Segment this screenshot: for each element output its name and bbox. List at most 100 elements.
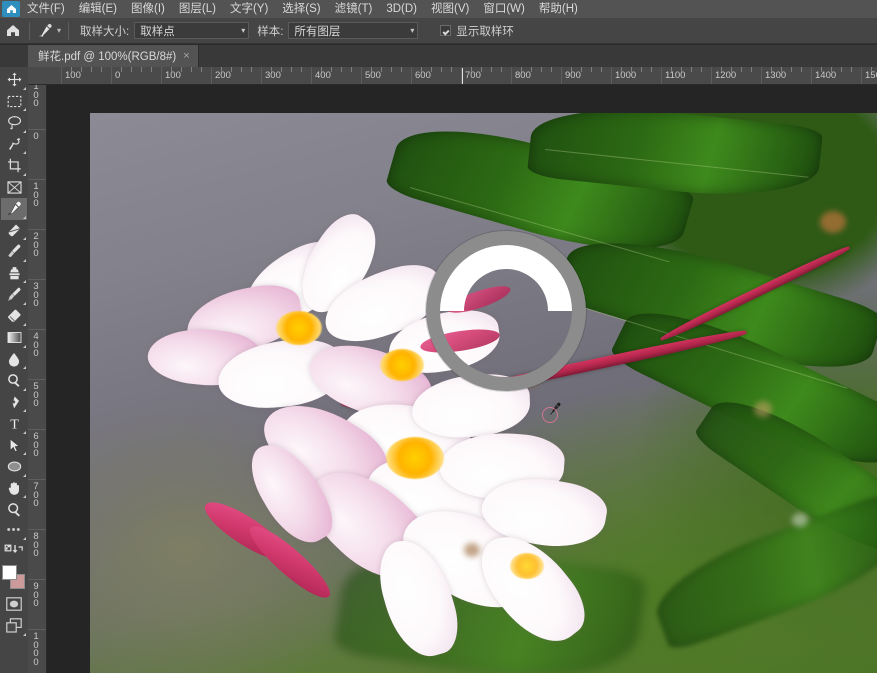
tool-history-brush[interactable] [1,284,27,306]
tool-flyout-indicator[interactable] [23,632,26,636]
tool-type[interactable]: T [1,413,27,435]
tool-flyout-indicator[interactable] [23,430,26,434]
color-swatches[interactable] [1,563,27,593]
swap-colors-icon[interactable] [1,541,27,561]
tool-brush[interactable] [1,241,27,263]
tool-flyout-indicator[interactable] [23,387,26,391]
tool-eraser[interactable] [1,306,27,328]
tool-flyout-indicator[interactable] [23,473,26,477]
tool-flyout-indicator[interactable] [23,151,26,154]
foreground-color-swatch[interactable] [2,564,17,580]
tool-gradient[interactable] [1,327,27,349]
tool-object-select[interactable] [1,134,27,156]
tool-flyout-indicator[interactable] [23,237,26,240]
ruler-minor-tick [651,67,652,72]
ruler-tick [311,67,312,84]
tool-move[interactable] [1,69,27,91]
checkbox-check-icon[interactable] [440,25,452,36]
ruler-minor-tick [241,67,242,72]
tool-flyout-indicator[interactable] [23,495,26,498]
ruler-minor-tick [801,67,802,72]
menu-select[interactable]: 选择(S) [275,0,327,18]
menu-window[interactable]: 窗口(W) [476,0,532,18]
ruler-tick [511,67,512,84]
tool-crop[interactable] [1,155,27,177]
document-tab-title: 鲜花.pdf @ 100%(RGB/8#) [38,51,177,63]
document-tab[interactable]: 鲜花.pdf @ 100%(RGB/8#) × [28,45,199,67]
ruler-minor-tick [371,67,372,72]
quick-mask-icon[interactable] [1,593,27,615]
tool-flyout-indicator[interactable] [23,344,26,348]
flower-center [510,553,544,579]
ruler-minor-tick [581,67,582,72]
tool-blur[interactable] [1,349,27,371]
tool-flyout-indicator[interactable] [23,452,26,455]
ruler-minor-tick [521,67,522,72]
tool-zoom[interactable] [1,499,27,521]
ruler-minor-tick [821,67,822,72]
menu-bar: 文件(F) 编辑(E) 图像(I) 图层(L) 文字(Y) 选择(S) 滤镜(T… [0,0,877,18]
show-sampling-ring-checkbox[interactable]: 显示取样环 [440,23,514,39]
menu-type[interactable]: 文字(Y) [223,0,275,18]
menu-edit[interactable]: 编辑(E) [72,0,124,18]
horizontal-ruler[interactable]: 100 0 100 200 300 400 500 600 700 800 900 1000 1100 1… [28,67,877,85]
tool-flyout-indicator[interactable] [23,301,26,305]
tool-lasso[interactable] [1,112,27,134]
canvas-area[interactable] [47,85,877,673]
tool-eyedropper[interactable] [1,198,27,220]
photoshop-window: 文件(F) 编辑(E) 图像(I) 图层(L) 文字(Y) 选择(S) 滤镜(T… [0,0,877,673]
ruler-label: 1400 [815,70,837,81]
document-image[interactable] [90,113,877,673]
tool-hand[interactable] [1,478,27,500]
sample-size-select[interactable]: 取样点 ▾ [134,22,250,39]
menu-image[interactable]: 图像(I) [124,0,172,18]
tool-flyout-indicator[interactable] [23,86,26,90]
crop-icon [7,159,21,173]
ruler-label: 800 [33,531,39,559]
home-icon[interactable] [0,18,26,44]
more-tools-button[interactable]: ••• [1,521,27,541]
ruler-tick [261,67,262,84]
menu-file[interactable]: 文件(F) [20,0,72,18]
screen-mode-icon[interactable] [1,615,27,637]
tool-flyout-indicator[interactable] [23,409,26,412]
ruler-label: 900 [565,70,581,81]
tool-clone-stamp[interactable] [1,263,27,285]
chevron-down-icon[interactable]: ▾ [57,26,61,35]
tool-flyout-indicator[interactable] [23,129,26,133]
tool-flyout-indicator[interactable] [23,108,26,111]
tool-spot-healing[interactable] [1,220,27,242]
vertical-ruler[interactable]: 1000100200300400500600700800900100011001… [28,85,47,673]
tool-flyout-indicator[interactable] [23,366,26,369]
tool-shape[interactable] [1,456,27,478]
svg-text:T: T [10,417,19,431]
menu-3d[interactable]: 3D(D) [379,0,424,18]
tool-flyout-indicator[interactable] [23,323,26,326]
ruler-tick [161,67,162,84]
menu-layer[interactable]: 图层(L) [172,0,223,18]
tool-flyout-indicator[interactable] [23,258,26,262]
tool-dodge[interactable] [1,370,27,392]
tool-flyout-indicator[interactable] [23,215,26,219]
tool-flyout-indicator[interactable] [23,536,26,540]
home-icon[interactable] [2,1,20,17]
tool-flyout-indicator[interactable] [23,172,26,176]
tool-flyout-indicator[interactable] [23,280,26,283]
close-icon[interactable]: × [183,50,189,62]
ruler-minor-tick [391,67,392,72]
tool-path-selection[interactable] [1,435,27,457]
menu-help[interactable]: 帮助(H) [532,0,585,18]
tool-rectangular-select[interactable] [1,91,27,113]
ruler-tick [28,629,46,630]
ruler-minor-tick [221,67,222,72]
tool-frame[interactable] [1,177,27,199]
sample-select[interactable]: 所有图层 ▾ [288,22,419,39]
ruler-minor-tick [701,67,702,72]
ruler-minor-tick [101,67,102,72]
menu-filter[interactable]: 滤镜(T) [328,0,380,18]
tool-pen[interactable] [1,392,27,414]
menu-view[interactable]: 视图(V) [424,0,476,18]
tab-strip-gutter [0,45,28,67]
active-tool-preset[interactable]: ▾ [33,20,65,42]
move-icon [7,72,21,87]
